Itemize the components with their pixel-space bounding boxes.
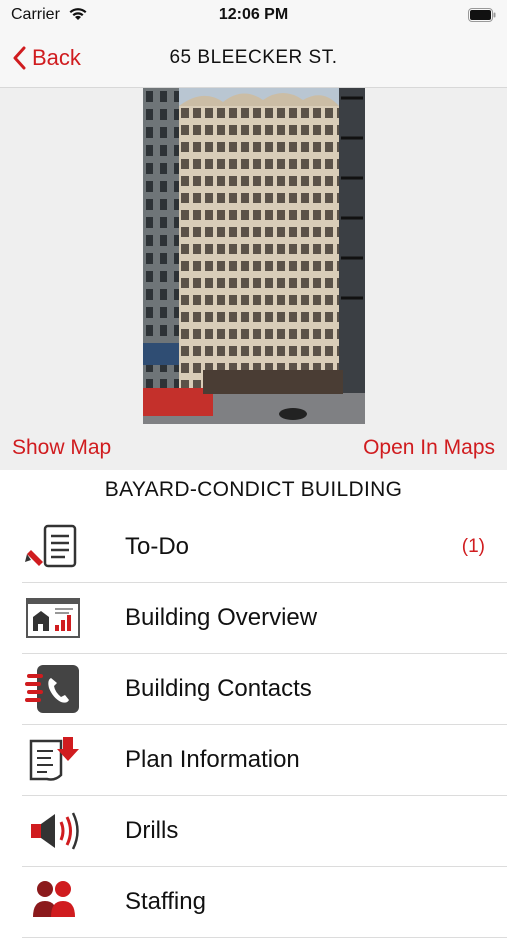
menu-label: Plan Information (125, 746, 300, 773)
building-overview-icon (26, 598, 80, 638)
phone-contacts-icon (25, 665, 79, 713)
todo-count-badge: (1) (461, 536, 485, 557)
battery-icon (468, 8, 496, 22)
menu-label: Building Contacts (125, 675, 312, 702)
menu-item-building-overview[interactable]: Building Overview (22, 583, 507, 654)
building-menu: To-Do (1) Building Overview Building Con… (0, 512, 507, 938)
menu-label: Drills (125, 817, 179, 844)
page-title: 65 BLEECKER ST. (169, 47, 338, 68)
people-icon (33, 881, 75, 917)
open-in-maps-button[interactable]: Open In Maps (363, 436, 495, 460)
menu-label: To-Do (125, 533, 190, 560)
building-hero: Show Map Open In Maps (0, 88, 507, 470)
menu-item-drills[interactable]: Drills (22, 796, 507, 867)
navigation-bar: Back 65 BLEECKER ST. (0, 30, 507, 88)
menu-item-building-contacts[interactable]: Building Contacts (22, 654, 507, 725)
status-bar: Carrier 12:06 PM (0, 0, 507, 30)
menu-label: Building Overview (125, 604, 318, 631)
building-illustration (143, 88, 365, 424)
clock: 12:06 PM (218, 6, 289, 23)
todo-checklist-icon (25, 524, 77, 568)
map-links: Show Map Open In Maps (0, 436, 507, 464)
building-name: BAYARD-CONDICT BUILDING (104, 478, 403, 501)
menu-item-staffing[interactable]: Staffing (22, 867, 507, 938)
plan-download-icon (29, 737, 79, 781)
megaphone-icon (31, 812, 79, 850)
show-map-button[interactable]: Show Map (12, 436, 111, 460)
menu-item-plan-information[interactable]: Plan Information (22, 725, 507, 796)
menu-item-todo[interactable]: To-Do (1) (22, 512, 507, 583)
menu-label: Staffing (125, 888, 206, 915)
building-photo[interactable] (143, 88, 365, 424)
